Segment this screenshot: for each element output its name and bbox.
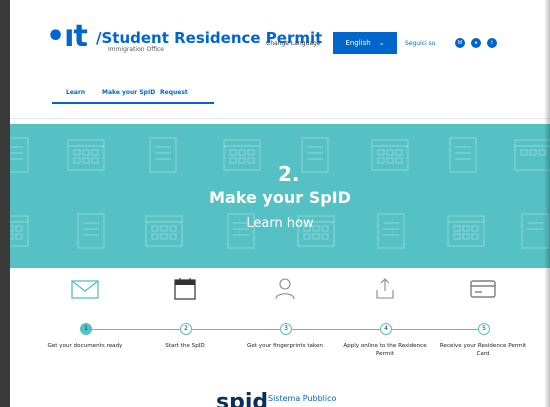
user-icon <box>275 278 295 300</box>
step-number: 1 <box>80 323 92 335</box>
spid-text: Sistema Pubblico <box>268 394 337 403</box>
steps-timeline: 1 Get your documents ready 2 Start the S… <box>10 270 550 380</box>
hero-title: Make your SpID <box>209 188 351 207</box>
main-nav: Learn Make your SpID Request <box>52 82 214 104</box>
change-language-label: Change Language <box>266 40 321 47</box>
site-subtitle: Immigration Office <box>108 46 164 53</box>
language-select[interactable]: English ⌄ <box>333 32 397 54</box>
site-logo[interactable]: •ıt <box>46 22 88 52</box>
step-label: Get your documents ready <box>47 343 123 349</box>
step-number: 5 <box>478 323 490 335</box>
twitter-icon[interactable]: t <box>487 38 497 48</box>
follow-us-label: Seguici su <box>405 40 436 47</box>
step-number: 3 <box>280 323 292 335</box>
upload-icon <box>376 278 394 299</box>
site-header: •ıt /Student Residence Permit Immigratio… <box>10 0 550 78</box>
step-number: 2 <box>180 323 192 335</box>
nav-make-your-spid[interactable]: Make your SpID <box>102 82 160 102</box>
step-label: Apply online to the Residence Permit <box>343 343 427 357</box>
nav-learn[interactable]: Learn <box>52 82 102 102</box>
language-value: English <box>345 39 371 47</box>
card-icon <box>470 280 496 298</box>
envelope-icon <box>71 280 99 299</box>
step-number: 4 <box>380 323 392 335</box>
nav-divider <box>10 118 550 119</box>
spid-logo: spid <box>216 390 269 407</box>
medium-icon[interactable]: M <box>455 38 465 48</box>
github-icon[interactable]: ● <box>471 38 481 48</box>
step-label: Start the SpID <box>165 343 205 349</box>
step-number-heading: 2. <box>278 162 300 186</box>
chevron-down-icon: ⌄ <box>378 39 385 47</box>
page: •ıt /Student Residence Permit Immigratio… <box>10 0 550 407</box>
social-links: M ● t <box>455 38 497 48</box>
calendar-icon <box>174 278 196 300</box>
learn-how-link[interactable]: Learn how <box>10 216 550 231</box>
hero-banner: 2. Make your SpID Learn how <box>10 124 550 268</box>
step-label: Get your fingerprints taken <box>247 343 323 349</box>
step-label: Receive your Residence Permit Card <box>439 343 527 357</box>
nav-request[interactable]: Request <box>160 82 210 102</box>
